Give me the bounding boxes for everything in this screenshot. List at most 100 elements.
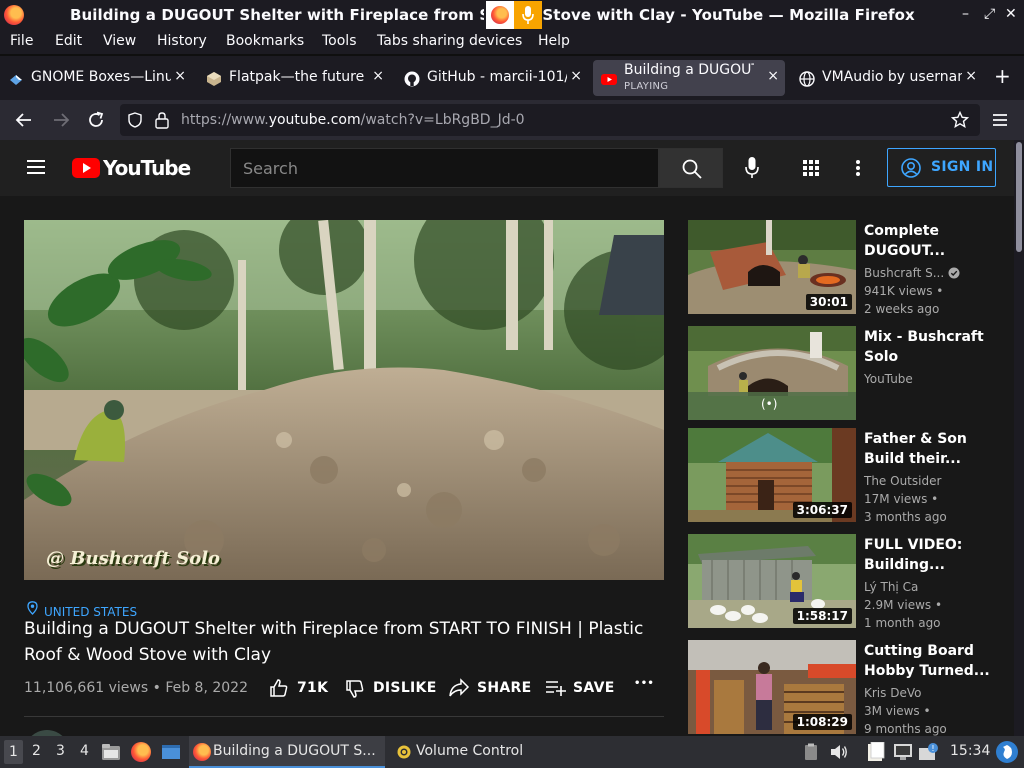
voice-search-button[interactable] — [738, 154, 766, 182]
close-tab-icon[interactable]: × — [174, 68, 186, 84]
video-thumbnail[interactable]: 1:58:17 — [688, 534, 856, 628]
video-views: 2.9M views • — [864, 598, 943, 612]
apps-grid-icon[interactable] — [803, 160, 819, 176]
video-thumbnail[interactable]: 30:01 — [688, 220, 856, 314]
menu-help[interactable]: Help — [538, 33, 570, 49]
notes-icon[interactable] — [866, 742, 886, 762]
minimize-button[interactable]: – — [962, 6, 969, 22]
firefox-launcher-icon[interactable] — [131, 742, 151, 762]
sharing-microphone-icon[interactable] — [514, 1, 542, 29]
thumbs-down-icon — [346, 680, 364, 698]
close-window-button[interactable]: ✕ — [1005, 6, 1017, 22]
url-bar[interactable]: https://www.youtube.com/watch?v=LbRgBD_J… — [120, 104, 980, 136]
reload-button[interactable] — [85, 109, 107, 131]
menu-bar: File Edit View History Bookmarks Tools T… — [0, 30, 1024, 54]
taskbar-firefox-window[interactable]: Building a DUGOUT S... — [189, 736, 385, 768]
url-text[interactable]: https://www.youtube.com/watch?v=LbRgBD_J… — [181, 112, 525, 128]
youtube-logo-icon[interactable] — [72, 158, 100, 178]
menu-file[interactable]: File — [10, 33, 33, 49]
video-views: 941K views • — [864, 284, 944, 298]
window-switcher-icon[interactable] — [161, 743, 181, 761]
new-tab-button[interactable]: + — [994, 64, 1011, 88]
close-tab-icon[interactable]: × — [372, 68, 384, 84]
clipboard-icon[interactable] — [804, 743, 818, 761]
workspace-4[interactable]: 4 — [80, 743, 89, 759]
more-options-icon[interactable] — [855, 159, 861, 177]
workspace-1[interactable]: 1 — [4, 740, 23, 764]
video-player[interactable]: @ Bushcraft Solo — [24, 220, 664, 580]
search-button[interactable] — [659, 148, 723, 188]
bookmark-star-icon[interactable] — [951, 111, 969, 129]
video-title[interactable]: Cutting Board Hobby Turned... — [864, 641, 1004, 681]
channel-name[interactable]: The Outsider — [864, 474, 941, 488]
video-title[interactable]: Complete DUGOUT... — [864, 221, 1004, 261]
menu-bookmarks[interactable]: Bookmarks — [226, 33, 304, 49]
search-input[interactable] — [231, 149, 658, 187]
close-tab-icon[interactable]: × — [767, 68, 779, 84]
account-icon — [901, 158, 921, 178]
url-prefix: https://www. — [181, 112, 269, 128]
tab-flatpak[interactable]: Flatpak—the future o × — [198, 60, 390, 96]
url-host: youtube.com — [268, 112, 361, 128]
close-tab-icon[interactable]: × — [570, 68, 582, 84]
notification-icon[interactable]: ! — [918, 742, 940, 762]
hamburger-menu-icon[interactable] — [27, 160, 45, 174]
recommended-video[interactable]: 3:06:37 Father & Son Build their... The … — [688, 428, 1014, 524]
tab-github[interactable]: GitHub - marcii-101/l × — [396, 60, 588, 96]
recommended-mix[interactable]: (•) Mix - Bushcraft Solo YouTube — [688, 326, 1014, 420]
app-menu-button[interactable] — [989, 109, 1011, 131]
video-title: Building a DUGOUT Shelter with Fireplace… — [24, 619, 644, 665]
video-title[interactable]: Father & Son Build their... — [864, 429, 1004, 469]
video-title[interactable]: Mix - Bushcraft Solo — [864, 327, 1004, 367]
channel-name[interactable]: Bushcraft S... — [864, 266, 960, 280]
close-tab-icon[interactable]: × — [965, 68, 977, 84]
tab-vmaudio[interactable]: VMAudio by usernam × — [791, 60, 983, 96]
channel-name[interactable]: Kris DeVo — [864, 686, 921, 700]
file-manager-icon[interactable] — [101, 743, 121, 761]
channel-name[interactable]: YouTube — [864, 372, 913, 386]
network-monitor-icon[interactable] — [893, 743, 913, 761]
forward-button[interactable] — [50, 109, 72, 131]
youtube-logo-text[interactable]: YouTube — [103, 156, 191, 180]
recommended-video[interactable]: 1:08:29 Cutting Board Hobby Turned... Kr… — [688, 640, 1014, 736]
channel-name[interactable]: Lý Thị Ca — [864, 580, 918, 594]
sign-in-button[interactable]: SIGN IN — [887, 148, 996, 187]
scrollbar-thumb[interactable] — [1016, 142, 1022, 252]
workspace-3[interactable]: 3 — [56, 743, 65, 759]
location-pin-icon — [27, 601, 38, 615]
sharing-firefox-icon[interactable] — [486, 1, 514, 29]
menu-history[interactable]: History — [157, 33, 207, 49]
window-title-right: Wood Stove with Clay - YouTube — Mozilla… — [489, 6, 915, 24]
video-title[interactable]: FULL VIDEO: Building... — [864, 535, 1004, 575]
video-age: 3 months ago — [864, 510, 947, 524]
video-thumbnail[interactable]: 1:08:29 — [688, 640, 856, 734]
video-thumbnail[interactable]: (•) — [688, 326, 856, 420]
thumbs-up-icon — [270, 679, 288, 697]
menu-tabs-sharing-devices[interactable]: Tabs sharing devices — [377, 33, 522, 49]
menu-tools[interactable]: Tools — [322, 33, 357, 49]
maximize-button[interactable]: ⤢ — [984, 6, 995, 22]
more-actions-button[interactable]: ••• — [634, 678, 654, 689]
workspace-2[interactable]: 2 — [32, 743, 41, 759]
video-thumbnail[interactable]: 3:06:37 — [688, 428, 856, 522]
clock[interactable]: 15:34 — [950, 743, 990, 759]
meta-separator: • — [148, 680, 166, 696]
github-icon — [404, 71, 420, 87]
menu-view[interactable]: View — [103, 33, 136, 49]
tab-youtube-active[interactable]: Building a DUGOUT S PLAYING × — [593, 60, 785, 96]
page-scrollbar[interactable] — [1014, 140, 1024, 736]
user-session-icon[interactable] — [996, 741, 1018, 763]
tab-gnome-boxes[interactable]: GNOME Boxes—Linux × — [0, 60, 192, 96]
shield-icon[interactable] — [127, 112, 143, 128]
speaker-icon[interactable] — [830, 744, 848, 760]
video-watermark: @ Bushcraft Solo — [46, 548, 221, 569]
recommended-video[interactable]: 1:58:17 FULL VIDEO: Building... Lý Thị C… — [688, 534, 1014, 630]
menu-edit[interactable]: Edit — [55, 33, 82, 49]
recommended-video[interactable]: 30:01 Complete DUGOUT... Bushcraft S... … — [688, 220, 1014, 316]
taskbar: 1 2 3 4 Building a DUGOUT S... Volume Co… — [0, 736, 1024, 768]
tab-playing-status: PLAYING — [624, 81, 669, 92]
taskbar-volume-control-window[interactable]: Volume Control — [392, 736, 562, 768]
lock-icon[interactable] — [154, 111, 170, 129]
back-button[interactable] — [13, 109, 35, 131]
video-meta: 11,106,661 views • Feb 8, 2022 — [24, 680, 248, 696]
